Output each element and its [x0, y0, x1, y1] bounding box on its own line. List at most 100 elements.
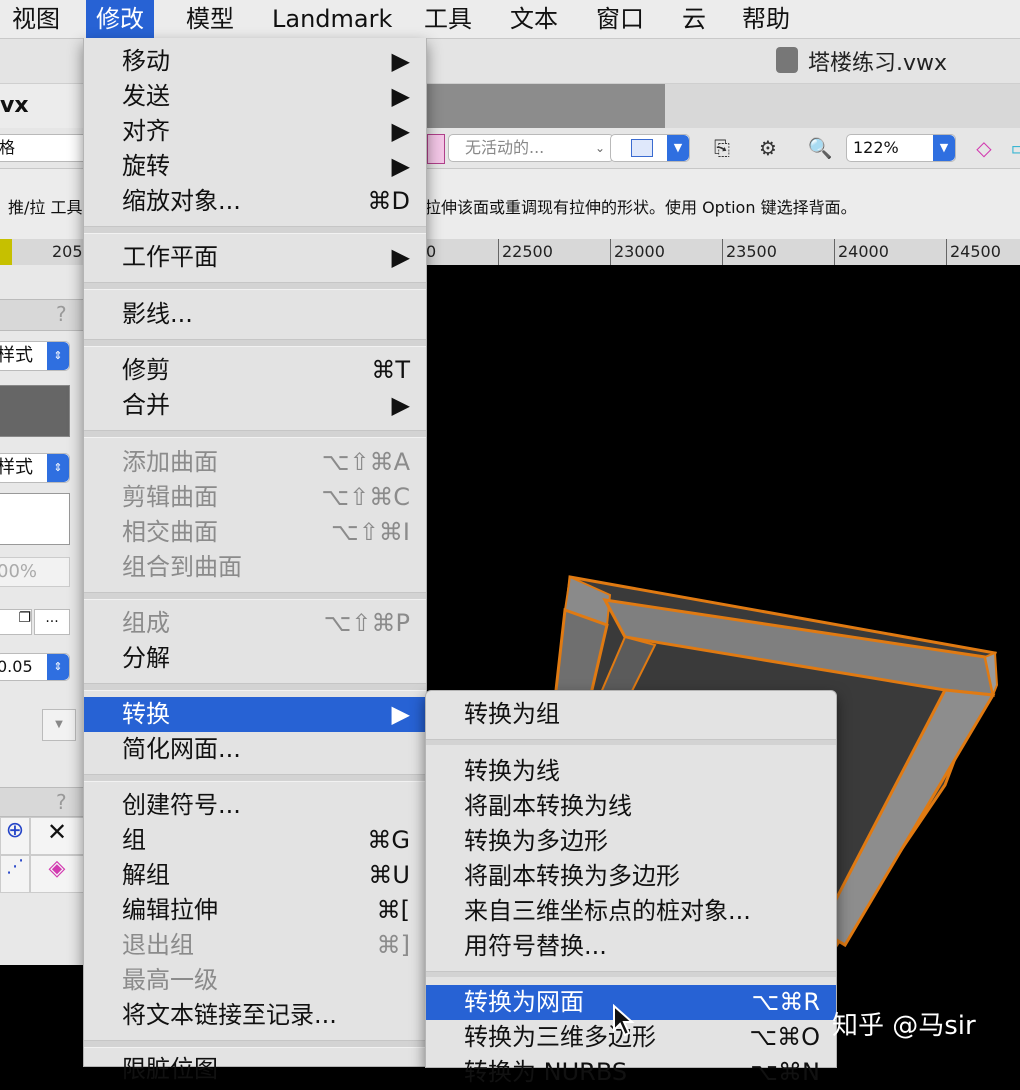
fly-over-icon[interactable]: ⚙ [754, 134, 782, 162]
menu-item-label: 限脏位图 [122, 1055, 218, 1083]
submenu-item-shortcut: ⌥⌘N [750, 1058, 820, 1086]
submenu-item-copy-to-lines[interactable]: 将副本转换为线 [426, 789, 836, 824]
ruler-tick [946, 239, 947, 265]
menu-item-label: 退出组 [122, 931, 194, 959]
fill-color-swatch[interactable] [0, 385, 70, 437]
menu-item-create-symbol[interactable]: 创建符号... [84, 788, 426, 823]
menu-item-simplify-mesh[interactable]: 简化网面... [84, 732, 426, 767]
fill-style-select[interactable]: 样式 ⇕ [0, 341, 70, 371]
menu-item-top-level[interactable]: 最高一级 [84, 963, 426, 998]
thickness-select[interactable]: 0.05 ⇕ [0, 653, 70, 681]
ruler-tick-label: 24500 [950, 242, 1001, 261]
help-icon[interactable]: ? [56, 790, 67, 814]
intersect-tool-icon[interactable]: ✕ [30, 817, 84, 855]
menu-item-shortcut: ⌘G [367, 826, 410, 854]
watermark: 知乎 @马sir [832, 1011, 976, 1041]
document-tab[interactable]: vx [0, 84, 90, 128]
menu-item-label: 最高一级 [122, 966, 218, 994]
render-icon[interactable]: ▭ [1006, 134, 1020, 162]
layer-select[interactable]: 无活动的... ⌄ [448, 134, 614, 162]
menu-item-trim[interactable]: 修剪 ⌘T [84, 353, 426, 388]
menu-item-convert[interactable]: 转换 ▶ [84, 697, 426, 732]
menu-separator [426, 739, 836, 745]
ruler-tick [610, 239, 611, 265]
opacity-field[interactable]: 00% [0, 557, 70, 587]
submenu-item-replace-with-symbol[interactable]: 用符号替换... [426, 929, 836, 964]
menu-item-move[interactable]: 移动 ▶ [84, 44, 426, 79]
menu-separator [84, 339, 426, 347]
tool-hint-message: 拉伸该面或重调现有拉伸的形状。使用 Option 键选择背面。 [425, 198, 857, 217]
pen-style-select[interactable]: 样式 ⇕ [0, 453, 70, 483]
menu-modify[interactable]: 修改 [86, 0, 154, 38]
menu-text[interactable]: 文本 [500, 0, 568, 38]
menu-tools[interactable]: 工具 [414, 0, 482, 38]
submenu-item-convert-to-nurbs[interactable]: 转换为 NURBS ⌥⌘N [426, 1055, 836, 1090]
menu-item-working-plane[interactable]: 工作平面 ▶ [84, 240, 426, 275]
more-button[interactable]: ... [34, 609, 70, 635]
menu-item-shortcut: ⌘[ [376, 896, 410, 924]
thickness-value: 0.05 [0, 657, 33, 676]
menu-item-intersect-surface[interactable]: 相交曲面 ⌥⇧⌘I [84, 515, 426, 550]
layer-color-icon[interactable] [427, 134, 445, 164]
menu-item-label: 组成 [122, 609, 170, 637]
line-style-button[interactable]: ❐ [0, 609, 32, 635]
submenu-item-shortcut: ⌥⌘R [751, 988, 820, 1016]
submenu-item-copy-to-polygons[interactable]: 将副本转换为多边形 [426, 859, 836, 894]
ruler-tick [834, 239, 835, 265]
menu-item-label: 发送 [122, 82, 170, 110]
menu-item-rotate[interactable]: 旋转 ▶ [84, 149, 426, 184]
view-select[interactable]: ▼ [610, 134, 690, 162]
plane-tool-icon[interactable]: ◈ [30, 855, 84, 893]
menu-item-compose[interactable]: 组成 ⌥⇧⌘P [84, 606, 426, 641]
submenu-item-convert-to-group[interactable]: 转换为组 [426, 697, 836, 732]
menu-item-align[interactable]: 对齐 ▶ [84, 114, 426, 149]
menu-item-decompose[interactable]: 分解 [84, 641, 426, 676]
arrow-options-button[interactable]: ▼ [42, 709, 76, 741]
menu-item-combine[interactable]: 合并 ▶ [84, 388, 426, 423]
menu-item-clip-surface[interactable]: 剪辑曲面 ⌥⇧⌘C [84, 480, 426, 515]
chevron-updown-icon: ⇕ [47, 454, 69, 482]
submenu-item-convert-to-polygons[interactable]: 转换为多边形 [426, 824, 836, 859]
menu-item-group[interactable]: 组 ⌘G [84, 823, 426, 858]
ruler-tick-label: 0 [426, 242, 437, 261]
circle-tool-icon[interactable]: ⊕ [0, 817, 30, 855]
submenu-item-label: 转换为多边形 [464, 827, 608, 855]
menu-window[interactable]: 窗口 [586, 0, 654, 38]
menu-item-label: 组合到曲面 [122, 553, 242, 581]
submenu-item-label: 转换为组 [464, 700, 560, 728]
submenu-item-convert-to-lines[interactable]: 转换为线 [426, 754, 836, 789]
zoom-icon[interactable]: 🔍 [806, 134, 834, 162]
class-field[interactable]: 格 [0, 134, 88, 162]
menu-item-send[interactable]: 发送 ▶ [84, 79, 426, 114]
submenu-item-label: 将副本转换为多边形 [464, 862, 680, 890]
help-icon[interactable]: ? [56, 302, 67, 326]
menu-item-crop-bitmap[interactable]: 限脏位图 [84, 1052, 426, 1087]
menu-item-link-text-to-record[interactable]: 将文本链接至记录... [84, 998, 426, 1033]
menu-item-label: 移动 [122, 47, 170, 75]
submenu-item-label: 转换为线 [464, 757, 560, 785]
menu-item-add-surface[interactable]: 添加曲面 ⌥⇧⌘A [84, 445, 426, 480]
menu-cloud[interactable]: 云 [672, 0, 716, 38]
zoom-field[interactable]: 122% ▼ [846, 134, 956, 162]
menu-item-label: 相交曲面 [122, 518, 218, 546]
submenu-item-stake-from-3d-loci[interactable]: 来自三维坐标点的桩对象... [426, 894, 836, 929]
menu-item-shortcut: ⌘] [376, 931, 410, 959]
tool-name: 推/拉 工具 [8, 198, 83, 217]
chevron-down-icon: ▼ [667, 135, 689, 161]
menu-landmark[interactable]: Landmark [262, 0, 402, 38]
menu-item-exit-group[interactable]: 退出组 ⌘] [84, 928, 426, 963]
menu-item-ungroup[interactable]: 解组 ⌘U [84, 858, 426, 893]
menu-item-scale[interactable]: 缩放对象... ⌘D [84, 184, 426, 219]
menu-item-hatch[interactable]: 影线... [84, 297, 426, 332]
menu-model[interactable]: 模型 [176, 0, 244, 38]
projection-icon[interactable]: ◇ [970, 134, 998, 162]
menu-help[interactable]: 帮助 [732, 0, 800, 38]
menu-item-edit-extrude[interactable]: 编辑拉伸 ⌘[ [84, 893, 426, 928]
view-settings-icon[interactable]: ⎘ [708, 134, 736, 162]
submenu-arrow-icon: ▶ [391, 243, 410, 271]
pen-color-swatch[interactable] [0, 493, 70, 545]
menu-item-compose-surface[interactable]: 组合到曲面 [84, 550, 426, 585]
line-tool-icon[interactable]: ⋰ [0, 855, 30, 893]
tab-inactive[interactable] [425, 84, 665, 128]
menu-view[interactable]: 视图 [2, 0, 70, 38]
